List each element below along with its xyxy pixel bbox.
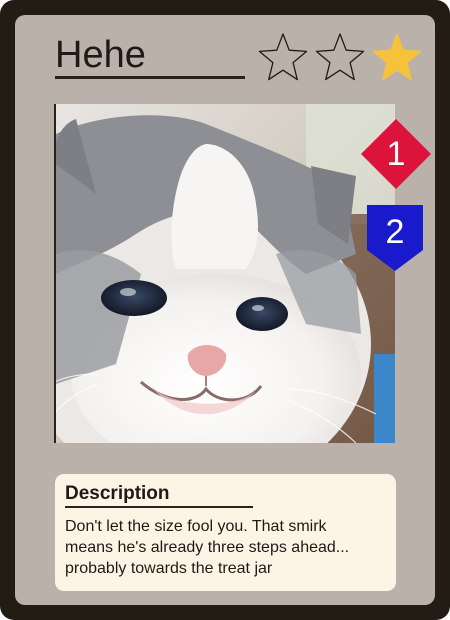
kitten-photo-icon [56,104,395,443]
description-heading: Description [65,483,170,504]
star-rating [256,31,426,87]
kitten-photo [54,104,395,443]
star-1-icon [258,33,308,81]
star-3-icon [372,33,422,81]
trading-card: Hehe 1 2 Description Don't let the size … [0,0,450,620]
card-title: Hehe [55,34,146,76]
description-line-2: means he's already three steps ahead... [65,539,350,556]
badge-2: 2 [366,204,424,272]
description-line-1: Don't let the size fool you. That smirk [65,518,327,535]
description-underline [65,506,253,508]
star-2-icon [315,33,365,81]
description-line-3: probably towards the treat jar [65,560,273,577]
badge-2-value: 2 [385,213,405,251]
badge-1-value: 1 [386,135,406,173]
description-box: Description Don't let the size fool you.… [55,474,396,591]
description-text: Don't let the size fool you. That smirk m… [65,516,390,579]
badge-1: 1 [360,118,432,190]
title-underline [55,76,245,79]
